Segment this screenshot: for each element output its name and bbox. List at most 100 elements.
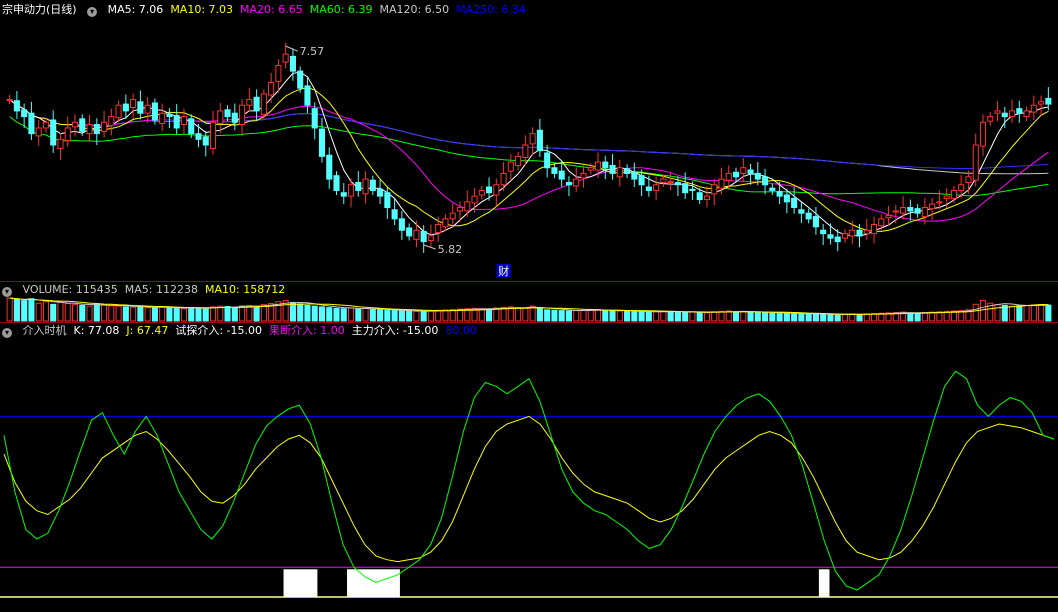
volume-bar	[137, 306, 144, 322]
volume-bar	[355, 308, 362, 322]
volume-bar	[812, 313, 819, 322]
candle-body	[972, 144, 979, 181]
candle-body	[195, 133, 202, 140]
candle-body	[1009, 110, 1016, 118]
volume-bar	[660, 310, 667, 322]
candle-body	[551, 167, 558, 174]
volume-bar	[863, 313, 870, 322]
volume-bar	[159, 306, 166, 322]
candle-body	[384, 192, 391, 209]
volume-pane[interactable]: ▾ VOLUME: 115435 MA5: 112238 MA10: 158712	[0, 282, 1058, 322]
candle-body	[558, 170, 565, 180]
volume-bar	[849, 313, 856, 322]
volume-bar	[747, 311, 754, 322]
volume-bar	[166, 306, 173, 322]
candle-body	[921, 207, 928, 218]
candle-body	[827, 234, 834, 239]
volume-ma10-line	[9, 297, 1049, 315]
candle-body	[369, 179, 376, 191]
candle-body	[703, 195, 711, 201]
volume-bar	[1030, 304, 1037, 322]
candle-body	[115, 104, 122, 119]
candle-body	[987, 116, 994, 122]
candle-body	[725, 172, 732, 181]
candle-body	[28, 112, 35, 135]
candle-body	[217, 110, 224, 124]
volume-bar	[522, 307, 529, 322]
candle-body	[958, 184, 965, 191]
volume-bar	[144, 307, 151, 322]
volume-bar	[442, 309, 449, 322]
volume-bar	[798, 313, 805, 322]
candle-body	[667, 180, 674, 183]
volume-chart[interactable]	[0, 282, 1058, 322]
indicator-chart[interactable]	[0, 323, 1058, 612]
volume-bar	[1009, 305, 1016, 322]
volume-bar	[369, 309, 376, 322]
volume-bar	[86, 305, 93, 322]
candle-body	[79, 118, 86, 132]
volume-bar	[209, 306, 217, 322]
volume-bar	[384, 309, 391, 322]
volume-bar	[253, 305, 260, 322]
volume-bar	[624, 310, 631, 322]
volume-bar	[558, 310, 565, 322]
volume-bar	[391, 310, 398, 322]
candle-body	[71, 121, 79, 128]
volume-bar	[762, 312, 769, 322]
candle-body	[834, 236, 841, 243]
volume-bar	[122, 306, 129, 322]
volume-bar	[115, 305, 122, 322]
volume-bar	[173, 307, 180, 322]
volume-bar	[246, 304, 253, 322]
price-chart[interactable]: 7.57 5.82 财	[0, 0, 1058, 282]
candle-body	[6, 99, 13, 102]
volume-bar	[972, 303, 979, 322]
candle-body	[841, 233, 849, 239]
volume-bar	[239, 305, 246, 322]
candle-body	[21, 109, 28, 118]
volume-bar	[478, 308, 485, 322]
candle-body	[464, 201, 471, 212]
candle-body	[812, 216, 819, 228]
candle-body	[616, 167, 623, 178]
candle-body	[674, 182, 681, 186]
volume-bar	[260, 304, 267, 322]
candle-body	[870, 224, 878, 235]
candle-body	[631, 171, 638, 180]
candle-body	[536, 129, 543, 152]
indicator-pane[interactable]: ▾ 介入时机 K: 77.08 J: 67.47 试探介入: -15.00 果断介入: …	[0, 323, 1058, 612]
candle-body	[602, 161, 609, 169]
candle-body	[362, 178, 369, 195]
volume-bar	[645, 311, 652, 322]
volume-bar	[1045, 304, 1052, 322]
volume-bar	[609, 310, 616, 322]
candle-body	[122, 103, 129, 112]
volume-bar	[297, 303, 304, 322]
candle-body	[202, 136, 209, 146]
candle-body	[246, 99, 253, 106]
candle-body	[318, 128, 326, 157]
volume-bar	[841, 313, 849, 322]
price-pane[interactable]: 宗申动力(日线) ▾ MA5: 7.06 MA10: 7.03 MA20: 6.65…	[0, 0, 1058, 282]
volume-bar	[50, 303, 57, 322]
volume-bar	[689, 311, 696, 322]
volume-bar	[994, 304, 1001, 322]
volume-bar	[71, 304, 79, 322]
volume-bar	[921, 311, 928, 322]
volume-bar	[834, 314, 841, 322]
volume-bar	[64, 303, 71, 322]
volume-bar	[718, 310, 725, 322]
volume-bar	[93, 303, 100, 322]
volume-bar	[180, 308, 188, 322]
candle-body	[86, 124, 93, 135]
candle-body	[740, 167, 747, 174]
volume-bar	[406, 310, 413, 322]
volume-bar	[427, 310, 434, 322]
candle-body	[340, 192, 347, 197]
volume-bar	[28, 298, 35, 322]
candle-body	[696, 192, 703, 201]
volume-bar	[696, 311, 703, 322]
candle-body	[914, 208, 921, 214]
low-label: 5.82	[438, 243, 463, 256]
